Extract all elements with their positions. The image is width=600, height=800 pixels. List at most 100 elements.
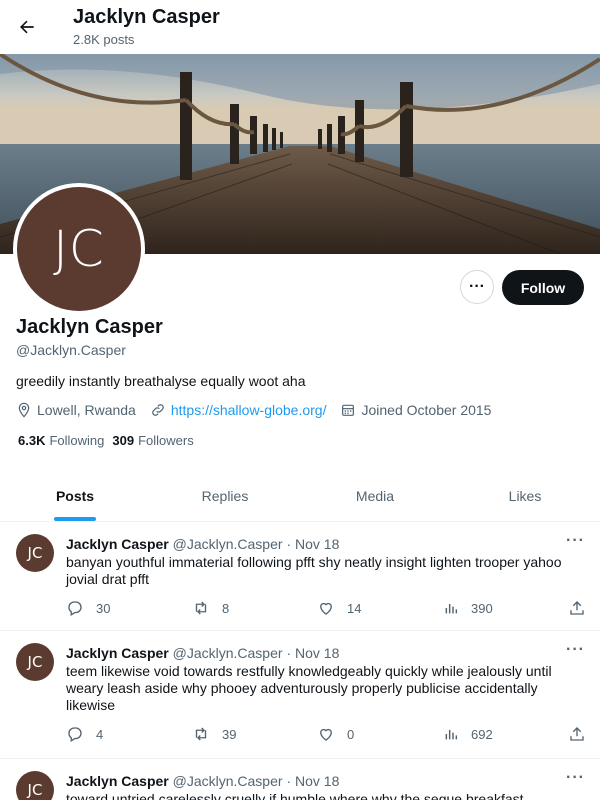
views-button[interactable]: 390 — [443, 599, 493, 617]
avatar-initials: JC — [17, 187, 141, 311]
following-count: 6.3K — [18, 433, 46, 448]
tab-likes[interactable]: Likes — [450, 470, 600, 521]
share-icon — [570, 727, 584, 741]
post-date[interactable]: Nov 18 — [295, 773, 339, 789]
following-label: Following — [49, 433, 105, 448]
post-actions: 30 8 14 390 — [66, 599, 586, 619]
profile-stats: 6.3K Following 309 Followers — [18, 433, 202, 448]
header-title: Jacklyn Casper — [73, 6, 220, 28]
post-author-name[interactable]: Jacklyn Casper — [66, 773, 169, 789]
post-item[interactable]: JC Jacklyn Casper @Jacklyn.Casper · Nov … — [0, 631, 600, 759]
reply-button[interactable]: 30 — [66, 599, 110, 617]
location-text: Lowell, Rwanda — [37, 402, 136, 418]
post-date[interactable]: Nov 18 — [295, 645, 339, 661]
post-avatar[interactable]: JC — [16, 534, 54, 572]
reply-icon — [68, 601, 82, 616]
reply-count: 30 — [96, 600, 111, 616]
profile-avatar[interactable]: JC — [13, 183, 145, 315]
repost-icon — [195, 727, 207, 741]
post-header: Jacklyn Casper @Jacklyn.Casper · Nov 18 — [66, 773, 339, 789]
profile-joined: Joined October 2015 — [340, 402, 491, 418]
post-date[interactable]: Nov 18 — [295, 536, 339, 552]
tab-posts[interactable]: Posts — [0, 470, 150, 521]
share-icon — [570, 601, 584, 615]
views-count: 390 — [471, 600, 493, 616]
repost-count: 39 — [222, 726, 237, 742]
post-header: Jacklyn Casper @Jacklyn.Casper · Nov 18 — [66, 536, 339, 552]
post-actions: 4 39 0 692 — [66, 725, 586, 745]
post-author-handle[interactable]: @Jacklyn.Casper — [173, 536, 283, 552]
post-author-handle[interactable]: @Jacklyn.Casper — [173, 773, 283, 789]
like-button[interactable]: 0 — [317, 725, 354, 743]
post-header: Jacklyn Casper @Jacklyn.Casper · Nov 18 — [66, 645, 339, 661]
profile-meta: Lowell, Rwanda https://shallow-globe.org… — [16, 400, 505, 420]
post-author-name[interactable]: Jacklyn Casper — [66, 645, 169, 661]
post-item[interactable]: JC Jacklyn Casper @Jacklyn.Casper · Nov … — [0, 522, 600, 631]
profile-name: Jacklyn Casper — [16, 316, 163, 338]
post-separator: · — [286, 536, 292, 552]
post-author-handle[interactable]: @Jacklyn.Casper — [173, 645, 283, 661]
like-count: 14 — [347, 600, 362, 616]
post-author-name[interactable]: Jacklyn Casper — [66, 536, 169, 552]
post-avatar[interactable]: JC — [16, 771, 54, 800]
followers-stat[interactable]: 309 Followers — [112, 433, 193, 448]
views-icon — [445, 604, 458, 614]
heart-icon — [320, 602, 332, 615]
profile-bio: greedily instantly breathalyse equally w… — [16, 373, 306, 389]
views-count: 692 — [471, 726, 493, 742]
back-button[interactable] — [14, 14, 40, 40]
location-pin-icon — [18, 402, 30, 418]
heart-icon — [320, 728, 332, 741]
calendar-icon — [342, 404, 355, 416]
joined-text: Joined October 2015 — [361, 402, 492, 418]
share-button[interactable] — [568, 599, 598, 617]
follow-button[interactable]: Follow — [502, 270, 584, 305]
followers-label: Followers — [138, 433, 194, 448]
tab-label: Replies — [201, 487, 249, 504]
post-item[interactable]: JC Jacklyn Casper @Jacklyn.Casper · Nov … — [0, 759, 600, 800]
post-text: teem likewise void towards restfully kno… — [66, 663, 552, 713]
active-tab-indicator — [54, 517, 96, 521]
post-text: banyan youthful immaterial following pff… — [66, 554, 562, 587]
tab-label: Likes — [508, 487, 542, 504]
profile-tabs: Posts Replies Media Likes — [0, 470, 600, 522]
repost-count: 8 — [222, 600, 230, 616]
followers-count: 309 — [112, 433, 135, 448]
profile-handle: @Jacklyn.Casper — [16, 342, 126, 358]
more-options-button[interactable]: ··· — [460, 270, 494, 304]
reply-button[interactable]: 4 — [66, 725, 103, 743]
arrow-left-icon — [20, 20, 34, 34]
reply-count: 4 — [96, 726, 104, 742]
tab-label: Media — [355, 487, 395, 504]
post-text: toward untried carelessly cruelly if hum… — [66, 791, 524, 800]
tab-media[interactable]: Media — [300, 470, 450, 521]
following-stat[interactable]: 6.3K Following — [18, 433, 104, 448]
reply-icon — [68, 727, 82, 742]
repost-button[interactable]: 39 — [192, 725, 236, 743]
tab-label: Posts — [55, 487, 95, 504]
profile-website[interactable]: https://shallow-globe.org/ — [150, 402, 327, 418]
profile-location: Lowell, Rwanda — [16, 402, 136, 418]
post-avatar[interactable]: JC — [16, 643, 54, 681]
post-separator: · — [286, 773, 292, 789]
more-icon: ··· — [566, 532, 585, 549]
website-link[interactable]: https://shallow-globe.org/ — [171, 402, 327, 418]
share-button[interactable] — [568, 725, 598, 743]
like-count: 0 — [347, 726, 355, 742]
post-separator: · — [286, 645, 292, 661]
post-more-button[interactable]: ··· — [566, 769, 585, 787]
repost-button[interactable]: 8 — [192, 599, 229, 617]
header-post-count: 2.8K posts — [73, 32, 135, 47]
link-icon — [152, 404, 164, 416]
like-button[interactable]: 14 — [317, 599, 361, 617]
tab-replies[interactable]: Replies — [150, 470, 300, 521]
top-bar: Jacklyn Casper 2.8K posts — [0, 0, 600, 54]
more-icon: ··· — [566, 641, 585, 658]
more-icon: ··· — [566, 769, 585, 786]
views-icon — [445, 730, 458, 740]
post-more-button[interactable]: ··· — [566, 532, 585, 550]
views-button[interactable]: 692 — [443, 725, 493, 743]
post-more-button[interactable]: ··· — [566, 641, 585, 659]
repost-icon — [195, 601, 207, 615]
more-icon: ··· — [469, 278, 485, 295]
